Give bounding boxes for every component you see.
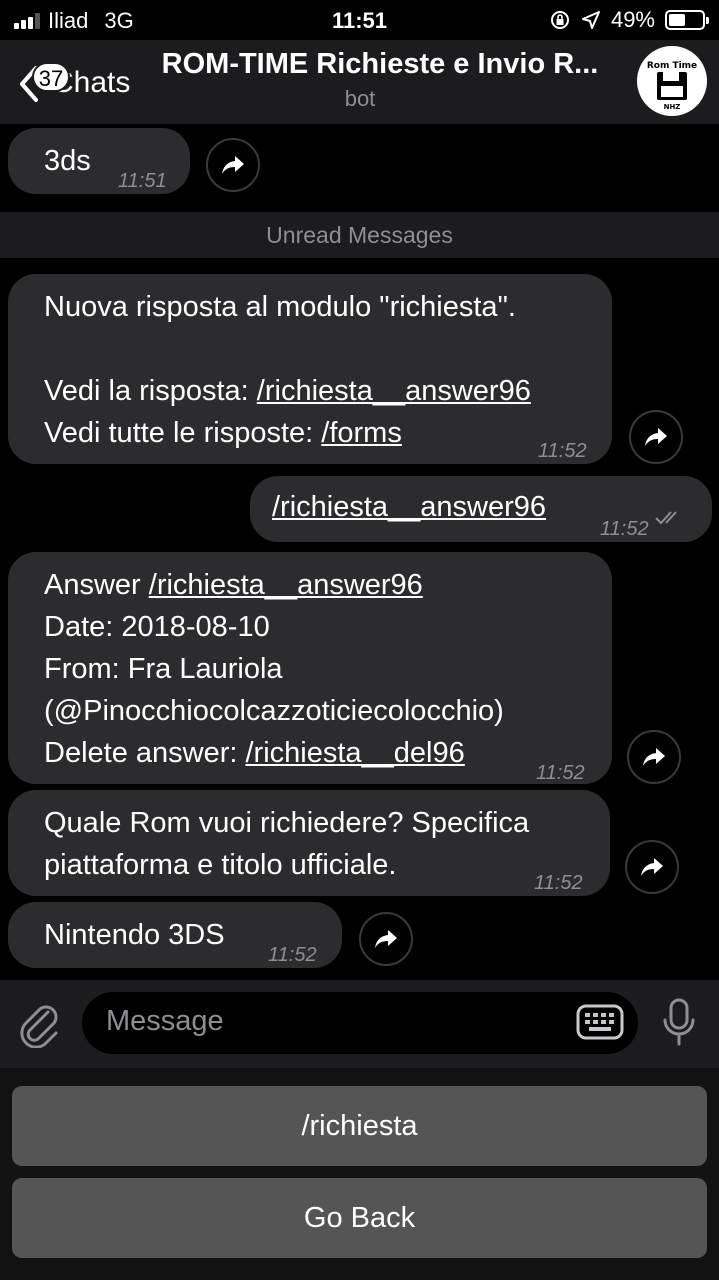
message-line: piattaforma e titolo ufficiale. [44, 849, 397, 881]
chat-subtitle: bot [344, 86, 376, 111]
message-time: 11:52 [536, 762, 585, 784]
status-bar: Iliad 3G 11:51 49% [0, 0, 719, 40]
location-icon [581, 11, 600, 29]
command-richiesta-button[interactable]: /richiesta [12, 1086, 707, 1166]
share-arrow-icon [222, 156, 244, 174]
message-bubble[interactable]: Nuova risposta al modulo "richiesta". Ve… [8, 274, 612, 464]
floppy-logo-icon: Rom Time NHZ [647, 61, 697, 111]
message-bubble[interactable]: Answer /richiesta__answer96 Date: 2018-0… [8, 552, 612, 784]
share-arrow-icon [645, 428, 667, 446]
unread-badge: 37 [32, 62, 70, 92]
message-time: 11:51 [118, 170, 167, 192]
orientation-lock-icon [550, 11, 569, 29]
command-link[interactable]: /richiesta__answer96 [257, 375, 531, 407]
message-line: Delete answer: /richiesta__del96 [44, 732, 465, 774]
message-text: 3ds [44, 145, 91, 177]
message-line: Vedi la risposta: /richiesta__answer96 [44, 370, 531, 412]
microphone-icon[interactable] [661, 998, 697, 1048]
message-time: 11:52 [534, 872, 583, 894]
message-list[interactable]: 3ds 11:51 Unread Messages Nuova risposta… [0, 124, 719, 980]
command-link[interactable]: /richiesta__answer96 [272, 486, 546, 528]
command-link[interactable]: /richiesta__del96 [246, 737, 465, 769]
share-button[interactable] [629, 410, 683, 464]
message-line: From: Fra Lauriola [44, 653, 283, 685]
command-link[interactable]: /richiesta__answer96 [149, 569, 423, 601]
message-text: Nintendo 3DS [44, 919, 225, 951]
battery-percent: 49% [610, 7, 655, 32]
line-prefix: Vedi tutte le risposte: [44, 417, 322, 449]
bot-keyboard: /richiesta Go Back [0, 1068, 719, 1280]
message-time: 11:52 [268, 944, 317, 966]
avatar-sub-text: NHZ [664, 103, 681, 111]
message-bubble[interactable]: Quale Rom vuoi richiedere? Specifica pia… [8, 790, 610, 896]
message-line: Answer /richiesta__answer96 [44, 564, 423, 606]
message-placeholder: Message [106, 1005, 224, 1037]
share-button[interactable] [627, 730, 681, 784]
line-prefix: Vedi la risposta: [44, 375, 257, 407]
avatar-logo-text: Rom Time [647, 61, 697, 71]
keyboard-icon[interactable] [576, 1002, 624, 1042]
share-arrow-icon [641, 858, 663, 876]
chat-header: Chats 37 ROM-TIME Richieste e Invio R...… [0, 40, 719, 124]
message-time: 11:52 [600, 518, 649, 540]
share-button[interactable] [206, 138, 260, 192]
command-link[interactable]: /forms [321, 417, 402, 449]
unread-divider: Unread Messages [0, 212, 719, 258]
line-prefix: Answer [44, 569, 149, 601]
message-line: Quale Rom vuoi richiedere? Specifica [44, 807, 530, 839]
share-button[interactable] [359, 912, 413, 966]
share-arrow-icon [375, 930, 397, 948]
battery-icon [665, 10, 709, 30]
message-input[interactable]: Message [82, 992, 638, 1054]
back-button[interactable]: Chats 37 [10, 58, 150, 106]
share-arrow-icon [643, 748, 665, 766]
paperclip-icon[interactable] [18, 1000, 62, 1048]
share-button[interactable] [625, 840, 679, 894]
bot-avatar[interactable]: Rom Time NHZ [637, 46, 707, 116]
message-bubble[interactable]: 3ds 11:51 [8, 128, 190, 194]
line-prefix: Delete answer: [44, 737, 246, 769]
outgoing-message-bubble[interactable]: /richiesta__answer96 11:52 [250, 476, 712, 542]
double-check-icon [655, 511, 677, 525]
message-time: 11:52 [538, 440, 587, 462]
message-line: Nuova risposta al modulo "richiesta". [44, 291, 516, 323]
go-back-button[interactable]: Go Back [12, 1178, 707, 1258]
message-bubble[interactable]: Nintendo 3DS 11:52 [8, 902, 342, 968]
message-line: Date: 2018-08-10 [44, 611, 270, 643]
message-input-bar: Message [0, 980, 719, 1068]
message-line: (@Pinocchiocolcazzoticiecolocchio) [44, 695, 504, 727]
message-line: Vedi tutte le risposte: /forms [44, 412, 402, 454]
chat-title[interactable]: ROM-TIME Richieste e Invio R... [140, 48, 620, 81]
